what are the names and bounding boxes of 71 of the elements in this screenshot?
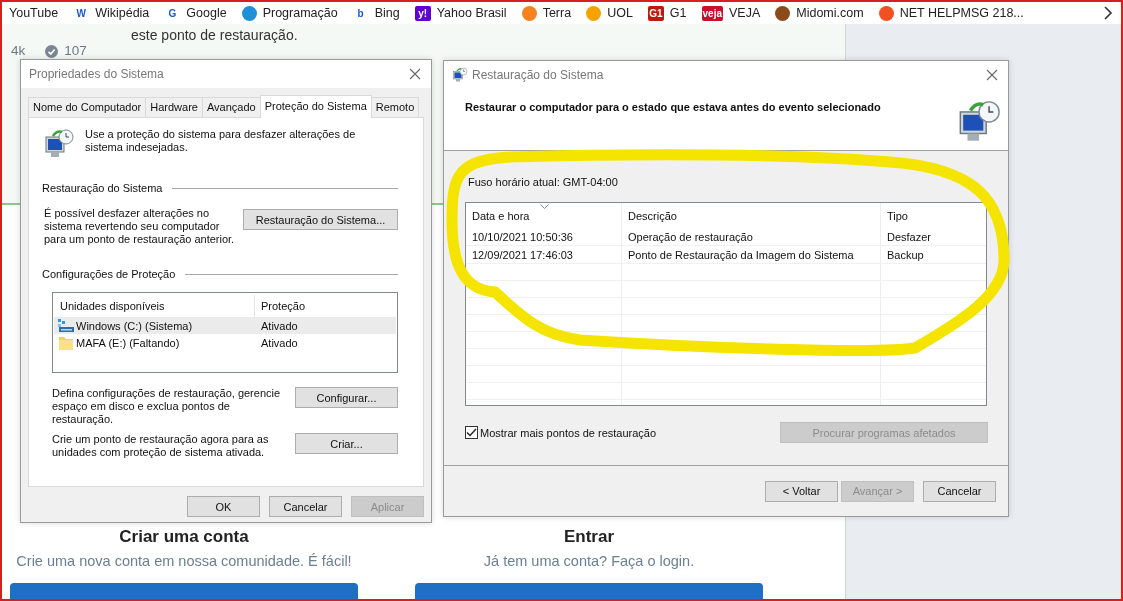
table-cell: Operação de restauração [622,228,881,245]
group-label: Restauração do Sistema [42,182,163,194]
close-icon[interactable] [986,69,998,81]
bookmark-link[interactable]: veja VEJA [701,5,761,21]
protection-status: Ativado [260,335,299,351]
bookmark-link[interactable]: G1 G1 [647,5,687,21]
table-row[interactable]: 10/10/2021 10:50:36 Operação de restauração Desfazer [466,228,986,246]
group-label: Configurações de Proteção [42,268,176,280]
table-cell: 12/09/2021 17:46:03 [466,246,622,263]
stat-count: 107 [64,43,87,59]
restore-icon [43,128,75,160]
dialog-button[interactable]: OK [187,496,260,517]
close-icon[interactable] [409,68,421,80]
column-header[interactable]: Proteção [255,295,396,317]
bookmark-link[interactable]: W Wikipédia [73,5,150,21]
wizard-button[interactable]: < Voltar [765,480,838,502]
create-button[interactable]: Criar... [295,433,398,454]
restore-button[interactable]: Restauração do Sistema... [243,209,398,230]
list-row[interactable]: Windows (C:) (Sistema) Ativado [54,317,396,334]
bookmark-link[interactable]: Midomi.com [775,5,864,21]
check-circle-icon [45,44,59,58]
table-cell: Ponto de Restauração da Imagem do Sistema [622,246,881,263]
window-title: Restauração do Sistema [472,68,604,82]
checkbox[interactable] [465,426,478,439]
bookmark-link[interactable]: NET HELPMSG 218... [878,5,1024,21]
wizard-button[interactable]: Cancelar [923,480,996,502]
bookmark-link[interactable]: b Bing [352,5,400,21]
bookmark-link[interactable]: YouTube [9,6,59,20]
description-text: Use a proteção do sistema para desfazer alterações de sistema indesejadas. [85,128,357,154]
heading: Restaurar o computador para o estado que estava antes do evento selecionado [465,100,881,113]
tab[interactable]: Nome do Computador [28,97,147,117]
table-cell-text: Desfazer [886,229,933,245]
bookmark-link[interactable]: Terra [521,5,572,21]
post-text: este ponto de restauração. [130,26,299,43]
restore-icon [452,67,468,83]
protection-status: Ativado [260,318,299,334]
bookmark-link[interactable]: G Google [164,5,227,21]
column-header[interactable]: Tipo [881,203,986,228]
dialog-button[interactable]: Cancelar [269,496,342,517]
section-title: Entrar [563,527,615,547]
site-logo: veja [701,5,723,21]
tab[interactable]: Proteção do Sistema [259,95,372,118]
folder-icon [58,335,74,350]
stat-count: 4k [11,43,26,59]
bookmark-link[interactable]: UOL [586,5,633,21]
window-title: Propriedades do Sistema [29,67,164,81]
column-header[interactable]: Descrição [622,203,881,228]
chevron-icon[interactable] [1103,6,1113,20]
section-subtitle: Crie uma nova conta em nossa comunidade. É fácil! [16,553,352,569]
bookmark-link[interactable]: y! Yahoo Brasil [414,5,507,21]
description-text: Defina configurações de restauração, gerencie espaço em disco e exclua pontos de restauração. [52,387,282,426]
description-text: Crie um ponto de restauração agora para as unidades com proteção de sistema ativada. [52,433,270,459]
list-row[interactable]: MAFA (E:) (Faltando) Ativado [54,334,396,351]
checkbox-label[interactable]: Mostrar mais pontos de restauração [480,426,657,439]
bookmark-link[interactable]: Programação [241,5,338,21]
table-row[interactable]: 12/09/2021 17:46:03 Ponto de Restauração da Imagem do Sistema Backup [466,246,986,264]
tab[interactable]: Remoto [370,97,420,117]
drive-name: MAFA (E:) (Faltando) [76,336,180,349]
site-logo: y! [414,5,431,21]
table-cell-text: Backup [886,247,925,263]
site-logo: G1 [647,5,664,21]
column-header[interactable]: Data e hora [466,203,622,228]
drive-name: Windows (C:) (Sistema) [76,319,193,332]
checkmark-icon [466,428,477,437]
timezone-text: Fuso horário atual: GMT-04:00 [467,176,619,188]
drive-icon [58,318,74,333]
configure-button[interactable]: Configurar... [295,387,398,408]
description-text: É possível desfazer alterações no sistema revertendo seu computador para um ponto de restauração anterior. [44,207,235,246]
table-cell: 10/10/2021 10:50:36 [466,228,622,245]
section-title: Criar uma conta [119,527,249,547]
section-subtitle: Já tem uma conta? Faça o login. [483,553,695,569]
